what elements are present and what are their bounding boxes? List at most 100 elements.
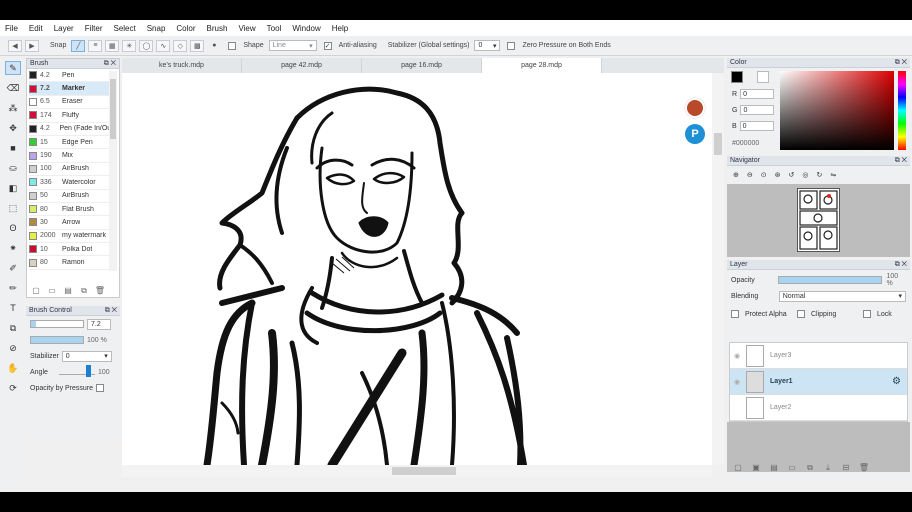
snap-curve-icon[interactable]: ∿ <box>156 39 171 52</box>
antialias-checkbox[interactable]: ✓ <box>323 41 332 50</box>
layer-row[interactable]: ◉ Layer3 <box>730 343 907 369</box>
panel-controls-icon[interactable]: ⧉ ✕ <box>104 60 116 68</box>
flip-icon[interactable]: ⇋ <box>830 171 836 179</box>
tab-document[interactable]: ke's truck.mdp <box>122 58 242 73</box>
layer-opacity-slider[interactable] <box>778 276 883 284</box>
add-8bit-layer-icon[interactable]: ▤ <box>769 463 779 472</box>
menu-select[interactable]: Select <box>113 24 135 33</box>
pen-tool-icon[interactable]: ✎ <box>5 61 21 75</box>
eyedropper-tool-icon[interactable]: ⊘ <box>5 341 21 355</box>
protect-alpha-checkbox[interactable] <box>731 310 739 318</box>
tab-document[interactable]: page 42.mdp <box>242 58 362 73</box>
fill-rect-tool-icon[interactable]: ■ <box>5 141 21 155</box>
stabilizer-select[interactable]: 0 ▾ <box>61 350 112 362</box>
brush-item[interactable]: 6.5 Eraser <box>29 96 109 110</box>
brush-item[interactable]: 174 Fluffy <box>29 109 109 123</box>
canvas-horizontal-scrollbar[interactable] <box>122 465 712 477</box>
rotate-tool-icon[interactable]: ⟳ <box>5 381 21 395</box>
brush-item[interactable]: 4.2 Pen (Fade In/Out) <box>29 123 109 136</box>
menu-window[interactable]: Window <box>292 24 320 33</box>
brush-item[interactable]: 30 Arrow <box>29 216 109 230</box>
lasso-tool-icon[interactable]: ʘ <box>5 221 21 235</box>
bucket-tool-icon[interactable]: ⛀ <box>5 161 21 175</box>
add-layer-icon[interactable]: ▢ <box>733 463 743 472</box>
gradient-tool-icon[interactable]: ◧ <box>5 181 21 195</box>
brush-item[interactable]: 336 Watercolor <box>29 176 109 190</box>
menu-snap[interactable]: Snap <box>147 24 166 33</box>
layer-row[interactable]: Layer2 <box>730 395 907 421</box>
import-brush-icon[interactable]: ▤ <box>63 286 73 295</box>
menu-filter[interactable]: Filter <box>85 24 103 33</box>
menu-edit[interactable]: Edit <box>29 24 43 33</box>
menu-brush[interactable]: Brush <box>207 24 228 33</box>
angle-slider[interactable] <box>59 365 95 377</box>
delete-brush-icon[interactable]: 🗑 <box>95 286 105 295</box>
opacity-slider[interactable] <box>30 336 84 344</box>
snap-off-icon[interactable]: ╱ <box>71 39 86 52</box>
layer-row-selected[interactable]: ◉ Layer1 ⚙ <box>730 369 907 395</box>
brush-item[interactable]: 10 Polka Dot <box>29 243 109 257</box>
duplicate-layer-icon[interactable]: ⧉ <box>805 463 815 472</box>
color-spectrum[interactable] <box>780 71 894 150</box>
canvas-vertical-scrollbar[interactable] <box>712 73 724 465</box>
menu-tool[interactable]: Tool <box>267 24 282 33</box>
menu-view[interactable]: View <box>238 24 255 33</box>
opacity-pressure-checkbox[interactable] <box>96 384 105 392</box>
lock-checkbox[interactable] <box>863 310 871 318</box>
reset-rotation-icon[interactable]: ◎ <box>802 171 808 179</box>
hue-slider[interactable] <box>898 71 906 150</box>
b-input[interactable]: 0 <box>739 121 774 131</box>
select-tool-icon[interactable]: ⬚ <box>5 201 21 215</box>
brush-item[interactable]: 80 Flat Brush <box>29 203 109 217</box>
brush-item[interactable]: 80 Ramon <box>29 256 109 270</box>
visibility-eye-icon[interactable]: ◉ <box>730 352 744 360</box>
brush-item[interactable]: 7.2 Marker <box>29 82 109 96</box>
snap-circle-icon[interactable]: ◯ <box>139 39 154 52</box>
snap-parallel-icon[interactable]: ≡ <box>88 39 103 52</box>
brush-item[interactable]: 50 AirBrush <box>29 190 109 203</box>
snap-grid-icon[interactable]: ▩ <box>190 39 205 52</box>
merge-down-icon[interactable]: ⤓ <box>823 463 833 472</box>
current-color-swatch[interactable] <box>731 71 743 83</box>
secondary-color-swatch[interactable] <box>757 71 769 83</box>
divide-tool-icon[interactable]: ⧉ <box>5 321 21 335</box>
scroll-thumb[interactable] <box>110 79 116 139</box>
visibility-eye-icon[interactable]: ◉ <box>730 378 744 386</box>
panel-controls-icon[interactable]: ⧉ ✕ <box>895 157 907 165</box>
g-input[interactable]: 0 <box>740 105 775 115</box>
tab-document[interactable]: page 16.mdp <box>362 58 482 73</box>
select-pen-tool-icon[interactable]: ✐ <box>5 261 21 275</box>
menu-file[interactable]: File <box>5 24 18 33</box>
move-tool-icon[interactable]: ✥ <box>5 121 21 135</box>
user-avatar[interactable] <box>685 98 705 118</box>
hand-tool-icon[interactable]: ✋ <box>5 361 21 375</box>
gear-icon[interactable]: ⚙ <box>892 376 901 387</box>
brush-item[interactable]: 100 AirBrush <box>29 163 109 177</box>
prev-page-icon[interactable]: ◀ <box>8 39 22 52</box>
zoom-in-icon[interactable]: ⊕ <box>733 171 739 179</box>
navigator-view[interactable] <box>727 184 910 257</box>
menu-layer[interactable]: Layer <box>54 24 74 33</box>
patreon-icon[interactable]: P <box>685 124 705 144</box>
copy-brush-icon[interactable]: ⧉ <box>79 286 89 295</box>
dot-tool-icon[interactable]: ⁂ <box>5 101 21 115</box>
rotate-left-icon[interactable]: ↺ <box>789 171 795 179</box>
menu-color[interactable]: Color <box>176 24 195 33</box>
text-tool-icon[interactable]: T <box>5 301 21 315</box>
magic-wand-tool-icon[interactable]: ⁕ <box>5 241 21 255</box>
snap-cross-icon[interactable]: ▦ <box>105 39 120 52</box>
panel-controls-icon[interactable]: ⧉ ✕ <box>105 307 117 315</box>
brush-item[interactable]: 4.2 Pen <box>29 69 109 83</box>
size-slider[interactable] <box>30 320 84 328</box>
add-brush-icon[interactable]: ▢ <box>31 286 41 295</box>
zero-pressure-checkbox[interactable] <box>507 41 516 50</box>
hex-value[interactable]: #000000 <box>732 140 759 147</box>
snap-settings-icon[interactable]: ● <box>207 40 221 52</box>
zoom-actual-icon[interactable]: ⊛ <box>775 171 781 179</box>
r-input[interactable]: 0 <box>740 89 775 99</box>
add-folder-icon[interactable]: ▭ <box>787 463 797 472</box>
add-halftone-layer-icon[interactable]: ▣ <box>751 463 761 472</box>
panel-controls-icon[interactable]: ⧉ ✕ <box>895 261 907 269</box>
scroll-thumb[interactable] <box>714 133 722 155</box>
drawing-canvas[interactable] <box>122 73 712 465</box>
